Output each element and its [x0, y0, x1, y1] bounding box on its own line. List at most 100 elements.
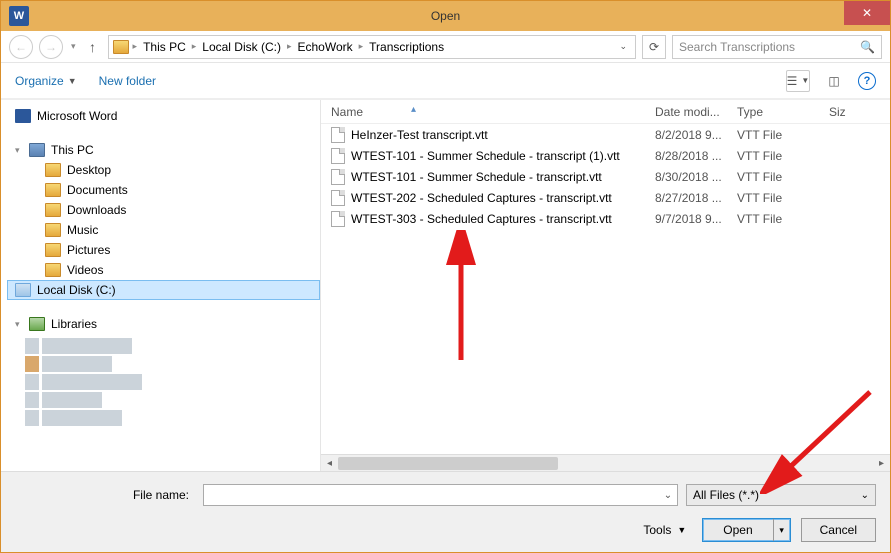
scroll-track[interactable] — [338, 455, 873, 472]
filename-dropdown[interactable]: ⌄ — [659, 490, 677, 501]
tree-desktop[interactable]: Desktop — [7, 160, 320, 180]
tools-label: Tools — [643, 523, 671, 537]
file-row[interactable]: HeInzer-Test transcript.vtt 8/2/2018 9..… — [321, 124, 890, 145]
open-dropdown[interactable]: ▾ — [774, 525, 790, 536]
file-icon — [331, 169, 345, 185]
file-date: 8/27/2018 ... — [655, 191, 737, 205]
file-row[interactable]: WTEST-202 - Scheduled Captures - transcr… — [321, 187, 890, 208]
tree-label: Local Disk (C:) — [37, 283, 116, 297]
col-label: Name — [331, 105, 363, 119]
up-button[interactable]: ↑ — [84, 39, 102, 55]
tree-documents[interactable]: Documents — [7, 180, 320, 200]
folder-icon — [45, 203, 61, 217]
col-name[interactable]: Name ▴ — [331, 105, 655, 119]
crumb-thispc[interactable]: This PC — [141, 40, 188, 54]
file-type: VTT File — [737, 128, 829, 142]
search-input[interactable]: Search Transcriptions 🔍 — [672, 35, 882, 59]
tree-thispc[interactable]: This PC — [7, 140, 320, 160]
help-button[interactable]: ? — [858, 72, 876, 90]
tools-menu[interactable]: Tools ▼ — [643, 523, 692, 537]
crumb-transcriptions[interactable]: Transcriptions — [367, 40, 446, 54]
scroll-thumb[interactable] — [338, 457, 558, 470]
close-button[interactable]: ✕ — [844, 1, 890, 25]
word-icon — [15, 109, 31, 123]
file-date: 8/2/2018 9... — [655, 128, 737, 142]
file-date: 8/30/2018 ... — [655, 170, 737, 184]
preview-pane-button[interactable]: ◫ — [822, 70, 846, 92]
file-date: 8/28/2018 ... — [655, 149, 737, 163]
col-size[interactable]: Siz — [829, 105, 854, 119]
chevron-icon[interactable]: ▸ — [285, 41, 294, 52]
chevron-down-icon: ▼ — [68, 76, 77, 86]
file-icon — [331, 190, 345, 206]
col-type[interactable]: Type — [737, 105, 829, 119]
back-button[interactable]: ← — [9, 35, 33, 59]
path-dropdown[interactable]: ⌄ — [615, 41, 631, 52]
blurred-items — [25, 338, 320, 426]
forward-button[interactable]: → — [39, 35, 63, 59]
crumb-drive[interactable]: Local Disk (C:) — [200, 40, 283, 54]
open-button[interactable]: Open ▾ — [702, 518, 790, 542]
tree-word[interactable]: Microsoft Word — [7, 106, 320, 126]
new-folder-button[interactable]: New folder — [99, 74, 156, 88]
file-type: VTT File — [737, 149, 829, 163]
breadcrumb[interactable]: ▸ This PC ▸ Local Disk (C:) ▸ EchoWork ▸… — [108, 35, 636, 59]
tree-videos[interactable]: Videos — [7, 260, 320, 280]
filter-label: All Files (*.*) — [693, 488, 759, 502]
tree-localdisk[interactable]: Local Disk (C:) — [7, 280, 320, 300]
filename-label: File name: — [15, 488, 195, 502]
pc-icon — [29, 143, 45, 157]
file-rows[interactable]: HeInzer-Test transcript.vtt 8/2/2018 9..… — [321, 124, 890, 454]
file-icon — [331, 127, 345, 143]
cancel-button[interactable]: Cancel — [801, 518, 876, 542]
folder-icon — [45, 243, 61, 257]
organize-menu[interactable]: Organize ▼ — [15, 74, 77, 88]
chevron-down-icon: ▼ — [677, 525, 686, 535]
footer: File name: ⌄ All Files (*.*) ⌄ Tools ▼ O… — [1, 471, 890, 552]
tree-libraries[interactable]: Libraries — [7, 314, 320, 334]
horizontal-scrollbar[interactable]: ◂ ▸ — [321, 454, 890, 471]
sort-asc-icon: ▴ — [411, 104, 416, 115]
col-date[interactable]: Date modi... — [655, 105, 737, 119]
organize-label: Organize — [15, 74, 64, 88]
view-options-button[interactable]: ☰ ▼ — [786, 70, 810, 92]
file-name: WTEST-303 - Scheduled Captures - transcr… — [351, 212, 612, 226]
tree-music[interactable]: Music — [7, 220, 320, 240]
chevron-icon[interactable]: ▸ — [131, 41, 140, 52]
filename-input[interactable]: ⌄ — [203, 484, 678, 506]
nav-tree[interactable]: Microsoft Word This PC Desktop Documents… — [1, 100, 321, 471]
file-type: VTT File — [737, 212, 829, 226]
refresh-button[interactable]: ⟳ — [642, 35, 666, 59]
tree-label: Microsoft Word — [37, 109, 117, 123]
scroll-left-icon[interactable]: ◂ — [321, 455, 338, 472]
tree-label: Videos — [67, 263, 103, 277]
chevron-icon[interactable]: ▸ — [357, 41, 366, 52]
folder-icon — [45, 163, 61, 177]
titlebar: W Open ✕ — [1, 1, 890, 31]
file-row[interactable]: WTEST-101 - Summer Schedule - transcript… — [321, 145, 890, 166]
chevron-icon[interactable]: ▸ — [190, 41, 199, 52]
tree-pictures[interactable]: Pictures — [7, 240, 320, 260]
file-type-filter[interactable]: All Files (*.*) ⌄ — [686, 484, 876, 506]
folder-icon — [113, 40, 129, 54]
scroll-right-icon[interactable]: ▸ — [873, 455, 890, 472]
file-name: WTEST-101 - Summer Schedule - transcript… — [351, 170, 602, 184]
nav-row: ← → ▾ ↑ ▸ This PC ▸ Local Disk (C:) ▸ Ec… — [1, 31, 890, 63]
word-app-icon: W — [9, 6, 29, 26]
folder-icon — [45, 223, 61, 237]
drive-icon — [15, 283, 31, 297]
file-name: WTEST-101 - Summer Schedule - transcript… — [351, 149, 620, 163]
file-row[interactable]: WTEST-303 - Scheduled Captures - transcr… — [321, 208, 890, 229]
open-dialog: W Open ✕ ← → ▾ ↑ ▸ This PC ▸ Local Disk … — [0, 0, 891, 553]
history-dropdown[interactable]: ▾ — [69, 41, 78, 52]
file-row[interactable]: WTEST-101 - Summer Schedule - transcript… — [321, 166, 890, 187]
search-icon: 🔍 — [860, 40, 875, 54]
crumb-echowork[interactable]: EchoWork — [296, 40, 355, 54]
open-label: Open — [703, 519, 773, 541]
file-name: WTEST-202 - Scheduled Captures - transcr… — [351, 191, 612, 205]
file-icon — [331, 148, 345, 164]
tree-label: Pictures — [67, 243, 110, 257]
window-title: Open — [1, 9, 890, 23]
tree-downloads[interactable]: Downloads — [7, 200, 320, 220]
search-placeholder: Search Transcriptions — [679, 40, 795, 54]
